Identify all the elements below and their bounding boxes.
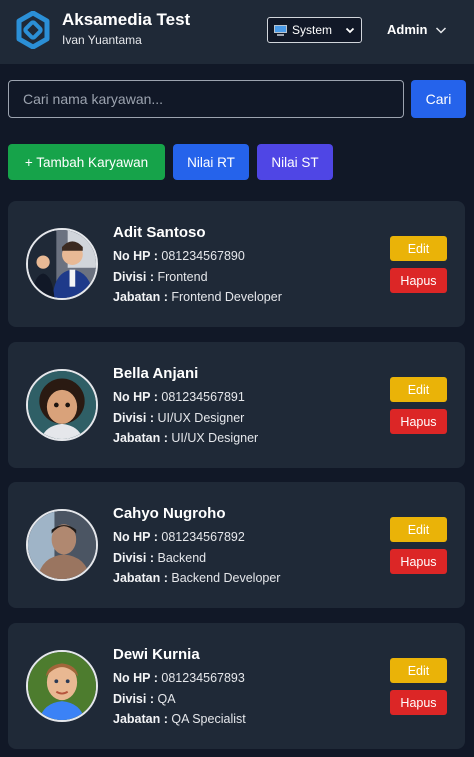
employee-card: Adit Santoso No HP : 081234567890 Divisi… xyxy=(8,201,465,327)
division-label: Divisi : xyxy=(113,410,154,425)
employee-division: UI/UX Designer xyxy=(157,410,245,425)
delete-button[interactable]: Hapus xyxy=(390,549,447,574)
phone-label: No HP : xyxy=(113,249,158,263)
employee-info: Bella Anjani No HP : 081234567891 Divisi… xyxy=(113,365,258,452)
user-menu-label: Admin xyxy=(387,22,428,37)
theme-select-value: System xyxy=(292,23,333,37)
employee-division: QA xyxy=(157,691,176,706)
employee-name: Adit Santoso xyxy=(113,224,206,241)
employee-card: Bella Anjani No HP : 081234567891 Divisi… xyxy=(8,342,465,468)
employee-division: Backend xyxy=(157,550,207,565)
aksamedia-logo-icon xyxy=(16,11,50,49)
brand: Aksamedia Test Ivan Yuantama xyxy=(62,10,190,48)
phone-label: No HP : xyxy=(113,390,158,404)
employee-phone: 081234567893 xyxy=(161,671,245,685)
avatar xyxy=(26,369,98,441)
employee-info: Cahyo Nugroho No HP : 081234567892 Divis… xyxy=(113,505,280,592)
avatar xyxy=(26,228,98,300)
delete-button[interactable]: Hapus xyxy=(390,690,447,715)
search-button[interactable]: Cari xyxy=(411,80,466,118)
position-label: Jabatan : xyxy=(113,431,168,445)
phone-label: No HP : xyxy=(113,530,158,544)
employee-phone: 081234567892 xyxy=(161,530,245,544)
app-title: Aksamedia Test xyxy=(62,10,191,29)
app-header: Aksamedia Test Ivan Yuantama System Admi… xyxy=(0,0,474,64)
monitor-icon xyxy=(274,24,287,36)
employee-position: QA Specialist xyxy=(171,712,246,726)
chevron-down-icon xyxy=(345,27,355,34)
delete-button[interactable]: Hapus xyxy=(390,268,447,293)
employee-name: Dewi Kurnia xyxy=(113,646,200,663)
edit-button[interactable]: Edit xyxy=(390,517,447,542)
user-menu[interactable]: Admin xyxy=(387,22,447,37)
nilai-st-button[interactable]: Nilai ST xyxy=(257,144,333,180)
employee-position: UI/UX Designer xyxy=(171,431,259,445)
add-employee-button[interactable]: + Tambah Karyawan xyxy=(8,144,165,180)
nilai-rt-button[interactable]: Nilai RT xyxy=(173,144,249,180)
division-label: Divisi : xyxy=(113,691,154,706)
edit-button[interactable]: Edit xyxy=(390,236,447,261)
app-subtitle: Ivan Yuantama xyxy=(62,33,142,47)
employee-name: Cahyo Nugroho xyxy=(113,505,226,522)
avatar xyxy=(26,650,98,722)
division-label: Divisi : xyxy=(113,269,154,284)
position-label: Jabatan : xyxy=(113,571,168,585)
employee-card: Cahyo Nugroho No HP : 081234567892 Divis… xyxy=(8,482,465,608)
employee-position: Backend Developer xyxy=(171,571,281,585)
division-label: Divisi : xyxy=(113,550,154,565)
employee-name: Bella Anjani xyxy=(113,365,199,382)
position-label: Jabatan : xyxy=(113,712,168,726)
employee-position: Frontend Developer xyxy=(171,290,282,304)
theme-select[interactable]: System xyxy=(267,17,362,43)
employee-info: Dewi Kurnia No HP : 081234567893 Divisi … xyxy=(113,646,246,733)
position-label: Jabatan : xyxy=(113,290,168,304)
action-buttons: + Tambah Karyawan Nilai RT Nilai ST xyxy=(8,144,333,180)
edit-button[interactable]: Edit xyxy=(390,377,447,402)
employee-division: Frontend xyxy=(157,269,208,284)
chevron-down-icon xyxy=(436,26,447,34)
employee-phone: 081234567890 xyxy=(161,249,245,263)
search-bar: Cari xyxy=(8,80,466,118)
edit-button[interactable]: Edit xyxy=(390,658,447,683)
employee-info: Adit Santoso No HP : 081234567890 Divisi… xyxy=(113,224,282,311)
search-input[interactable] xyxy=(8,80,404,118)
employee-card: Dewi Kurnia No HP : 081234567893 Divisi … xyxy=(8,623,465,749)
employee-phone: 081234567891 xyxy=(161,390,245,404)
phone-label: No HP : xyxy=(113,671,158,685)
delete-button[interactable]: Hapus xyxy=(390,409,447,434)
avatar xyxy=(26,509,98,581)
